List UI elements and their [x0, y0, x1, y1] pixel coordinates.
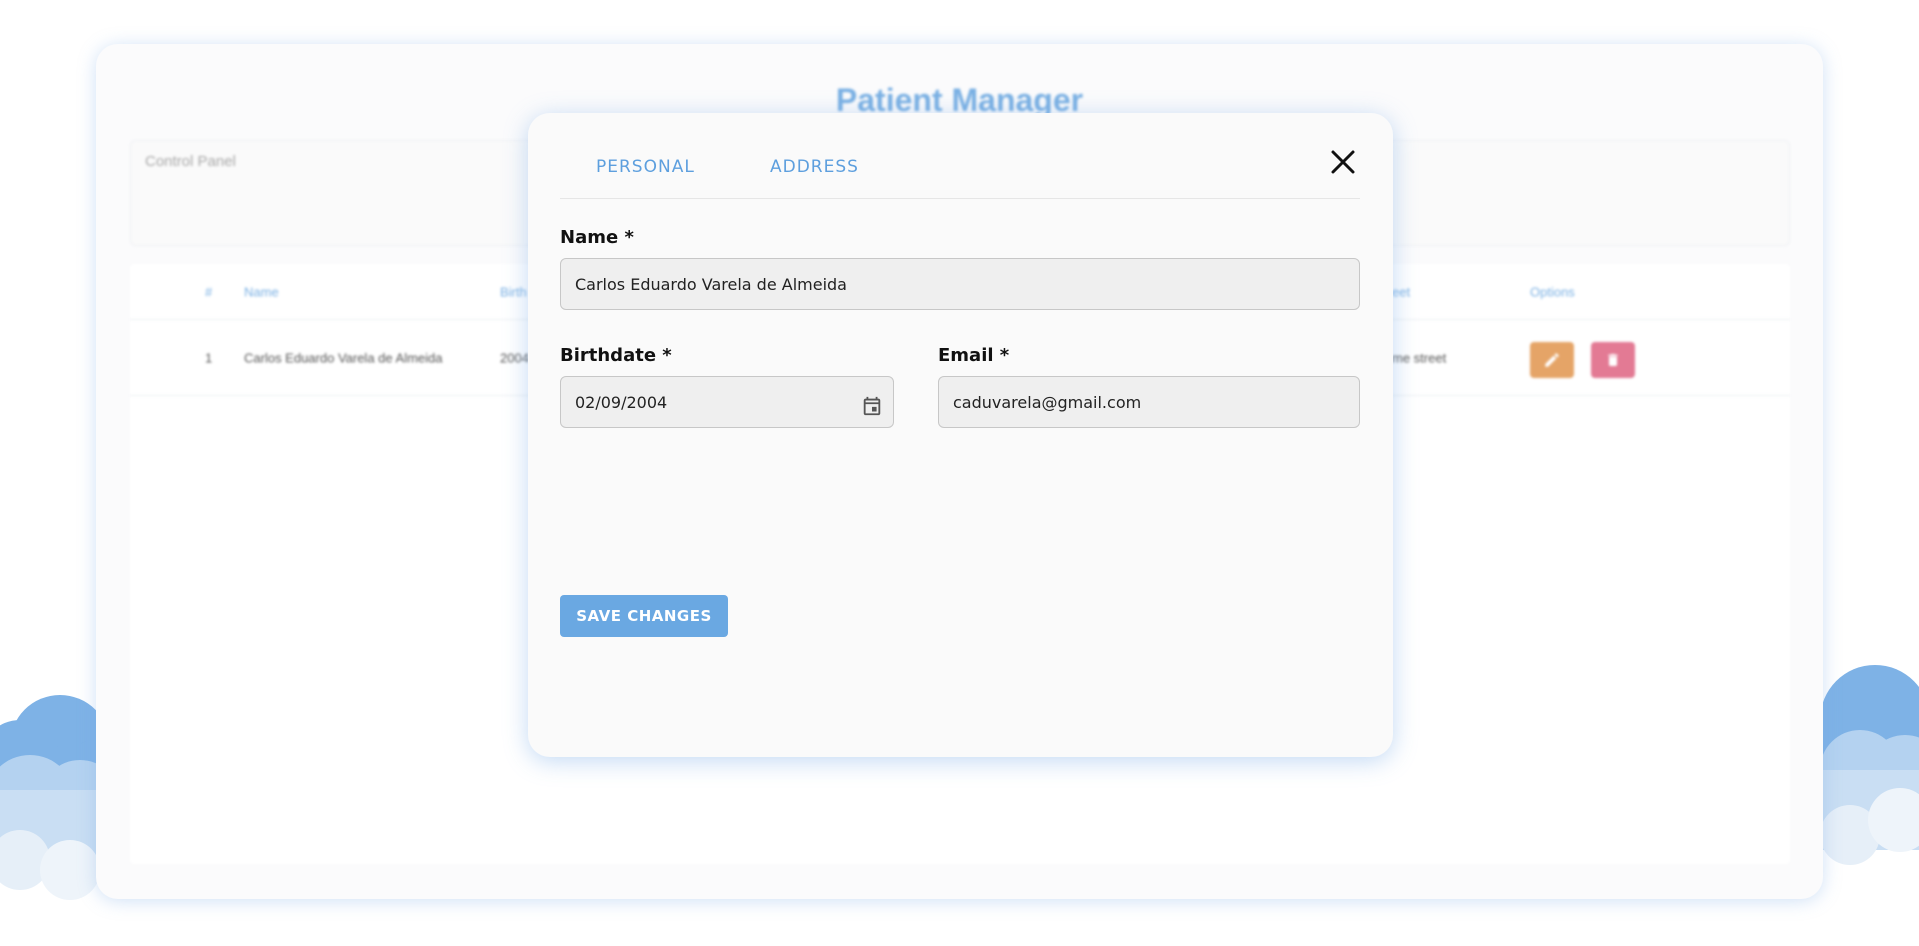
pencil-icon [1545, 353, 1559, 367]
birthdate-label: Birthdate * [560, 345, 672, 366]
column-header-options: Options [1530, 284, 1575, 299]
tab-address[interactable]: ADDRESS [770, 157, 859, 177]
edit-button[interactable] [1530, 342, 1574, 378]
row-index: 1 [205, 350, 213, 365]
row-birth: 2004 [500, 350, 529, 365]
column-header-birth: Birth [500, 284, 527, 299]
column-header-street: eet [1392, 284, 1411, 299]
row-street: me street [1392, 350, 1447, 365]
calendar-icon[interactable] [861, 395, 883, 417]
modal-tabs: PERSONAL ADDRESS [560, 143, 1360, 199]
close-icon [1331, 150, 1355, 174]
trash-icon [1608, 354, 1618, 366]
tab-personal[interactable]: PERSONAL [596, 157, 695, 177]
name-label: Name * [560, 227, 634, 248]
email-input[interactable] [938, 376, 1360, 428]
column-header-name: Name [244, 284, 279, 299]
close-button[interactable] [1328, 147, 1358, 177]
delete-button[interactable] [1591, 342, 1635, 378]
control-panel-label: Control Panel [145, 153, 236, 170]
row-name: Carlos Eduardo Varela de Almeida [244, 350, 443, 365]
column-header-index: # [205, 284, 213, 299]
save-changes-button[interactable]: SAVE CHANGES [560, 595, 728, 637]
name-input[interactable] [560, 258, 1360, 310]
birthdate-input[interactable] [560, 376, 894, 428]
edit-patient-modal: PERSONAL ADDRESS Name * Birthdate * Emai… [528, 113, 1393, 757]
email-label: Email * [938, 345, 1010, 366]
